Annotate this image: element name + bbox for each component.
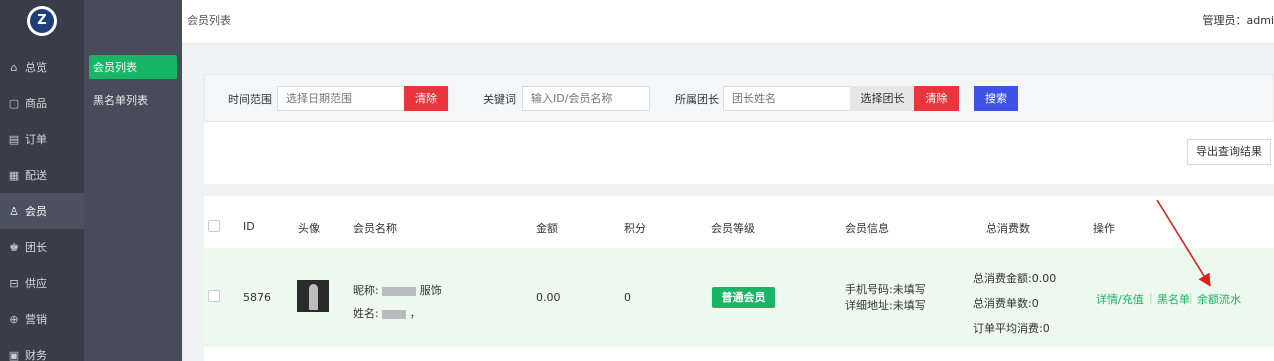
date-range-input[interactable] [277,86,405,111]
main-sidebar: Z ⌂ 总览 ▢ 商品 ▤ 订单 ▦ 配送 ♙ 会员 ♚ 团长 ⊟ 供应 ⊕ 营… [0,0,84,361]
redacted-text [382,286,417,296]
admin-user[interactable]: 管理员：admi [1203,12,1274,28]
goods-icon: ▢ [8,96,20,110]
sidebar-item-label: 商品 [25,97,47,110]
table-row: 5876 昵称: 服饰 姓名: ， 0.00 0 普通会员 手机号码:未填写 详… [204,248,1274,347]
clear-date-button[interactable]: 清除 [404,86,448,111]
total-spend-amount: 总消费金额:0.00 [973,272,1057,285]
marketing-icon: ⊕ [9,312,19,326]
breadcrumb: 会员列表 [187,14,231,27]
member-icon: ♙ [9,204,19,218]
clear-leader-button[interactable]: 清除 [914,86,959,111]
time-range-label: 时间范围 [228,93,272,106]
member-phone: 手机号码:未填写 [845,283,926,296]
search-button[interactable]: 搜索 [974,86,1018,111]
member-address: 详细地址:未填写 [845,299,926,312]
member-nickname: 昵称: 服饰 [353,284,442,297]
col-avatar: 头像 [298,222,320,235]
choose-leader-button[interactable]: 选择团长 [850,86,915,111]
row-checkbox[interactable] [208,290,220,302]
keyword-label: 关键词 [483,93,516,106]
sub-sidebar: 会员列表 黑名单列表 [84,0,182,361]
col-member-name: 会员名称 [353,222,397,235]
table-header: ID 头像 会员名称 金额 积分 会员等级 会员信息 总消费数 操作 [204,196,1274,248]
delivery-icon: ▦ [8,168,20,182]
balance-flow-link[interactable]: 余额流水 [1197,291,1241,307]
sidebar-item-label: 总览 [25,61,47,74]
leader-label: 所属团长 [675,93,719,106]
sidebar-item-delivery[interactable]: ▦ 配送 [0,157,84,193]
member-points: 0 [624,291,631,304]
col-level: 会员等级 [711,222,755,235]
action-separator: | [1189,291,1193,304]
sidebar-item-orders[interactable]: ▤ 订单 [0,121,84,157]
subnav-blacklist[interactable]: 黑名单列表 [89,88,177,112]
leader-name-input[interactable] [723,86,851,111]
col-actions: 操作 [1093,222,1115,235]
app-logo: Z [27,6,57,36]
member-table: ID 头像 会员名称 金额 积分 会员等级 会员信息 总消费数 操作 5876 … [204,196,1274,361]
leader-icon: ♚ [9,240,19,254]
sidebar-item-label: 营销 [25,313,47,326]
col-member-info: 会员信息 [845,222,889,235]
col-amount: 金额 [536,222,558,235]
detail-recharge-link[interactable]: 详情/充值 [1096,291,1144,307]
supply-icon: ⊟ [9,276,19,290]
avg-order-spend: 订单平均消费:0 [973,322,1050,335]
action-separator: | [1149,291,1153,304]
sidebar-item-label: 供应 [25,277,47,290]
export-results-button[interactable]: 导出查询结果 [1187,139,1271,165]
total-order-count: 总消费单数:0 [973,297,1039,310]
select-all-checkbox[interactable] [208,220,220,232]
sidebar-item-label: 会员 [25,205,47,218]
home-icon: ⌂ [10,60,18,74]
sidebar-item-supply[interactable]: ⊟ 供应 [0,265,84,301]
col-points: 积分 [624,222,646,235]
sidebar-item-finance[interactable]: ▣ 财务 [0,337,84,361]
redacted-text [382,309,407,319]
sidebar-item-label: 团长 [25,241,47,254]
sidebar-item-overview[interactable]: ⌂ 总览 [0,49,84,85]
sidebar-item-label: 配送 [25,169,47,182]
member-id: 5876 [243,291,271,304]
member-realname: 姓名: ， [353,307,421,320]
keyword-input[interactable] [522,86,650,111]
sidebar-item-member[interactable]: ♙ 会员 [0,193,84,229]
export-panel: 导出查询结果 [204,122,1274,184]
member-level-badge: 普通会员 [712,287,775,308]
col-id: ID [243,220,255,233]
subnav-member-list[interactable]: 会员列表 [89,55,177,79]
col-total-spend: 总消费数 [986,222,1030,235]
filter-panel: 时间范围 清除 关键词 所属团长 选择团长 清除 搜索 [204,74,1274,122]
sidebar-item-marketing[interactable]: ⊕ 营销 [0,301,84,337]
top-bar: 会员列表 管理员：admi [182,0,1274,44]
sidebar-item-label: 订单 [25,133,47,146]
finance-icon: ▣ [8,348,20,361]
blacklist-link[interactable]: 黑名单 [1157,291,1190,307]
order-icon: ▤ [8,132,20,146]
sidebar-item-label: 财务 [25,349,47,361]
sidebar-item-leader[interactable]: ♚ 团长 [0,229,84,265]
member-amount: 0.00 [536,291,561,304]
sidebar-item-goods[interactable]: ▢ 商品 [0,85,84,121]
member-avatar [297,280,329,312]
